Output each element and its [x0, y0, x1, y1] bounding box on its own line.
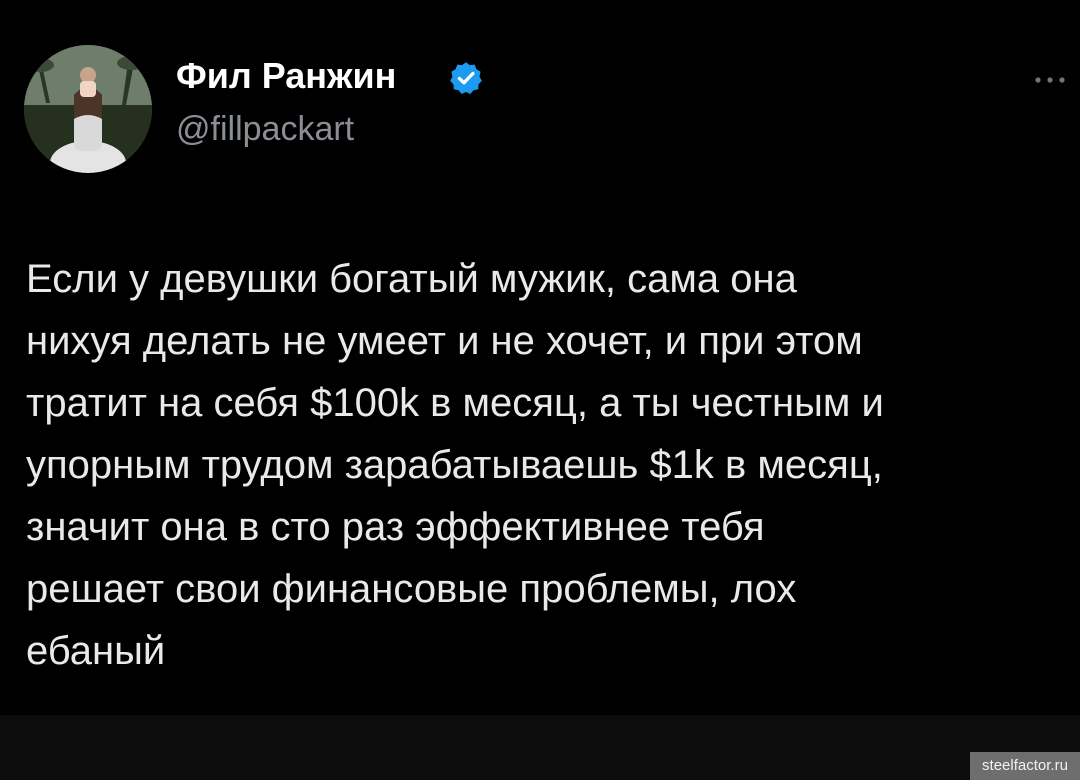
tweet-card: Фил Ранжин @fillpackart Если у девушки б… [0, 0, 1080, 715]
author-avatar[interactable] [24, 45, 152, 173]
avatar-photo [24, 45, 152, 173]
tweet-text: Если у девушки богатый мужик, сама она н… [26, 257, 884, 673]
more-options-icon[interactable] [1030, 68, 1070, 92]
author-handle[interactable]: @fillpackart [176, 108, 354, 150]
author-name[interactable]: Фил Ранжин [176, 54, 396, 98]
watermark: steelfactor.ru [970, 752, 1080, 780]
verified-badge-icon [448, 60, 484, 96]
